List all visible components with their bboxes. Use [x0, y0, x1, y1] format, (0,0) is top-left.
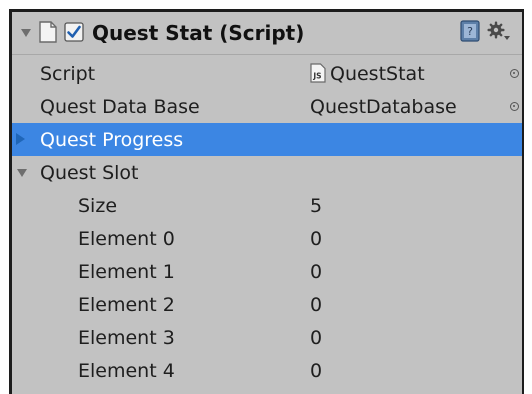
script-file-icon	[39, 21, 57, 48]
array-element-label: Element 4	[78, 359, 175, 382]
quest-database-field-row: Quest Data Base QuestDatabase	[12, 90, 522, 123]
inspector-panel: Quest Stat (Script) ? Script JS QuestSta…	[9, 9, 524, 394]
svg-text:JS: JS	[312, 72, 321, 81]
foldout-expanded-icon[interactable]	[17, 169, 27, 177]
script-label: Script	[40, 62, 96, 85]
foldout-arrow-icon[interactable]	[21, 29, 31, 37]
svg-text:?: ?	[467, 25, 473, 38]
array-element-value[interactable]: 0	[310, 327, 322, 349]
quest-slot-label: Quest Slot	[40, 161, 139, 184]
component-header[interactable]: Quest Stat (Script) ?	[12, 12, 522, 55]
array-size-label: Size	[78, 194, 118, 217]
foldout-collapsed-icon[interactable]	[16, 133, 25, 145]
array-element-label: Element 0	[78, 227, 175, 250]
array-size-row: Size 5	[12, 189, 522, 222]
quest-progress-label: Quest Progress	[40, 128, 184, 151]
quest-database-value[interactable]: QuestDatabase	[310, 96, 457, 118]
quest-database-label: Quest Data Base	[40, 95, 200, 118]
array-element-value[interactable]: 0	[310, 228, 322, 250]
array-element-value[interactable]: 0	[310, 360, 322, 382]
script-value[interactable]: QuestStat	[330, 63, 425, 85]
array-element-value[interactable]: 0	[310, 294, 322, 316]
quest-progress-foldout[interactable]: Quest Progress	[12, 123, 522, 156]
array-element-row: Element 0 0	[12, 222, 522, 255]
array-element-label: Element 1	[78, 260, 175, 283]
array-size-value[interactable]: 5	[310, 195, 322, 217]
array-element-row: Element 2 0	[12, 288, 522, 321]
array-element-label: Element 3	[78, 326, 175, 349]
array-element-row: Element 1 0	[12, 255, 522, 288]
array-element-row: Element 3 0	[12, 321, 522, 354]
array-element-value[interactable]: 0	[310, 261, 322, 283]
array-element-row: Element 4 0	[12, 354, 522, 387]
script-field-row: Script JS QuestStat	[12, 57, 522, 90]
object-picker-icon[interactable]	[510, 102, 519, 111]
js-file-icon: JS	[310, 63, 326, 88]
gear-icon[interactable]	[487, 21, 511, 48]
component-title: Quest Stat (Script)	[92, 21, 305, 45]
object-picker-icon[interactable]	[510, 69, 519, 78]
quest-slot-foldout[interactable]: Quest Slot	[12, 156, 522, 189]
array-element-label: Element 2	[78, 293, 175, 316]
reference-book-icon[interactable]: ?	[460, 20, 480, 47]
enabled-checkbox[interactable]	[64, 22, 84, 47]
